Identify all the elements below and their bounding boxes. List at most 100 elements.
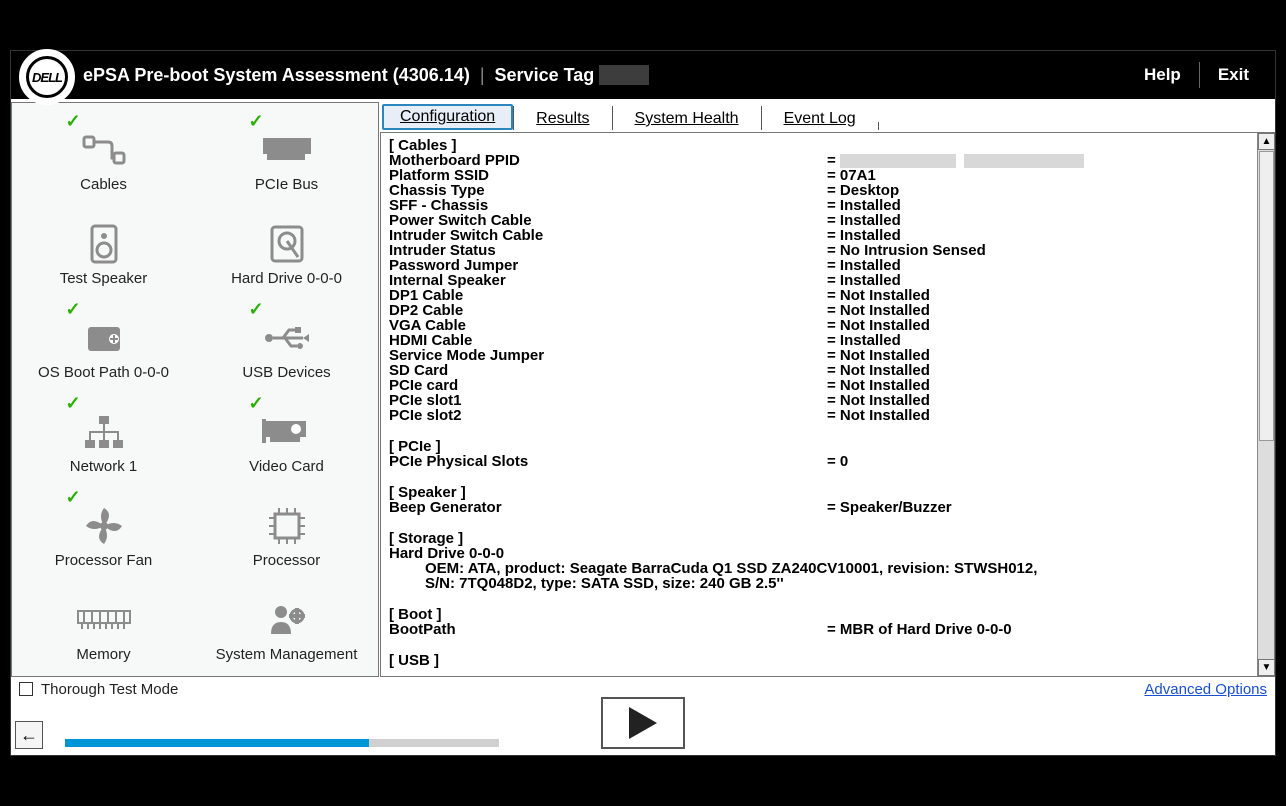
config-key: Power Switch Cable	[389, 213, 827, 228]
advanced-options-link[interactable]: Advanced Options	[1144, 681, 1267, 698]
device-item[interactable]: ✓ Network 1	[12, 391, 195, 485]
config-key: DP2 Cable	[389, 303, 827, 318]
play-button[interactable]	[601, 697, 685, 749]
app-window: DELL ePSA Pre-boot System Assessment (43…	[10, 50, 1276, 756]
network-icon	[83, 410, 125, 454]
config-row: Password Jumper= Installed	[389, 258, 1249, 273]
footer: Thorough Test Mode Advanced Options ←	[11, 677, 1275, 755]
section-header: [ USB ]	[389, 653, 1249, 668]
device-item[interactable]: ✓ Cables	[12, 109, 195, 203]
tab-configuration[interactable]: Configuration	[382, 104, 513, 130]
tab-event-log[interactable]: Event Log	[761, 106, 878, 130]
usb-icon	[263, 316, 311, 360]
config-key: Beep Generator	[389, 500, 827, 515]
help-button[interactable]: Help	[1126, 59, 1199, 91]
device-item[interactable]: Hard Drive 0-0-0	[195, 203, 378, 297]
config-key: Intruder Status	[389, 243, 827, 258]
scroll-up-button[interactable]: ▲	[1258, 133, 1275, 150]
exit-button[interactable]: Exit	[1200, 59, 1267, 91]
scroll-down-button[interactable]: ▼	[1258, 659, 1275, 676]
config-value: = Not Installed	[827, 303, 930, 318]
config-line: S/N: 7TQ048D2, type: SATA SSD, size: 240…	[389, 576, 1249, 591]
dell-logo: DELL	[19, 49, 75, 105]
config-value: = Installed	[827, 213, 901, 228]
app-title: ePSA Pre-boot System Assessment (4306.14…	[83, 65, 470, 86]
config-value: = 0	[827, 454, 848, 469]
device-label: OS Boot Path 0-0-0	[38, 364, 169, 381]
service-tag-value	[599, 65, 649, 85]
config-key: DP1 Cable	[389, 288, 827, 303]
thorough-label: Thorough Test Mode	[41, 681, 178, 698]
back-button[interactable]: ←	[15, 721, 43, 749]
device-label: Cables	[80, 176, 127, 193]
config-row: Service Mode Jumper= Not Installed	[389, 348, 1249, 363]
device-label: Video Card	[249, 458, 324, 475]
config-row: Platform SSID= 07A1	[389, 168, 1249, 183]
config-row: DP2 Cable= Not Installed	[389, 303, 1249, 318]
play-icon	[629, 707, 657, 739]
section-header: [ Cables ]	[389, 138, 1249, 153]
scroll-thumb[interactable]	[1259, 151, 1274, 441]
device-item[interactable]: ✓OS Boot Path 0-0-0	[12, 297, 195, 391]
config-key: Internal Speaker	[389, 273, 827, 288]
tab-results[interactable]: Results	[513, 106, 611, 130]
device-item[interactable]: Memory	[12, 579, 195, 673]
memory-icon	[76, 598, 132, 642]
config-key: Motherboard PPID	[389, 153, 827, 168]
config-key: PCIe slot2	[389, 408, 827, 423]
tab-end-divider	[878, 122, 879, 130]
config-value: = Installed	[827, 258, 901, 273]
device-item[interactable]: Test Speaker	[12, 203, 195, 297]
config-value: =	[827, 153, 1084, 168]
config-row: Intruder Switch Cable= Installed	[389, 228, 1249, 243]
device-label: Test Speaker	[60, 270, 148, 287]
device-label: Network 1	[70, 458, 138, 475]
device-item[interactable]: Processor	[195, 485, 378, 579]
check-icon: ✓	[66, 111, 81, 132]
config-value: = Installed	[827, 228, 901, 243]
section-header: [ PCIe ]	[389, 439, 1249, 454]
check-icon: ✓	[249, 299, 264, 320]
cpu-icon	[267, 504, 307, 548]
config-row: SFF - Chassis= Installed	[389, 198, 1249, 213]
device-item[interactable]: ✓ USB Devices	[195, 297, 378, 391]
config-row: PCIe card= Not Installed	[389, 378, 1249, 393]
check-icon: ✓	[249, 111, 264, 132]
section-header: [ Speaker ]	[389, 485, 1249, 500]
check-icon: ✓	[66, 393, 81, 414]
device-item[interactable]: System Management	[195, 579, 378, 673]
device-item[interactable]: ✓PCIe Bus	[195, 109, 378, 203]
scrollbar[interactable]: ▲ ▼	[1257, 133, 1274, 676]
config-value: = Installed	[827, 333, 901, 348]
config-key: SFF - Chassis	[389, 198, 827, 213]
config-value: = No Intrusion Sensed	[827, 243, 986, 258]
device-label: USB Devices	[242, 364, 330, 381]
pcie-icon	[261, 128, 313, 172]
tab-row: Configuration Results System Health Even…	[380, 102, 1275, 130]
section-header: [ Boot ]	[389, 607, 1249, 622]
config-key: Chassis Type	[389, 183, 827, 198]
service-tag-label: Service Tag	[495, 65, 595, 86]
config-key: PCIe slot1	[389, 393, 827, 408]
cable-icon	[82, 128, 126, 172]
device-item[interactable]: ✓Processor Fan	[12, 485, 195, 579]
video-icon	[262, 410, 312, 454]
device-item[interactable]: ✓Video Card	[195, 391, 378, 485]
thorough-checkbox[interactable]	[19, 682, 33, 696]
config-key: HDMI Cable	[389, 333, 827, 348]
config-value: = Not Installed	[827, 378, 930, 393]
config-row: Motherboard PPID=	[389, 153, 1249, 168]
config-row: HDMI Cable= Installed	[389, 333, 1249, 348]
config-value: = Not Installed	[827, 318, 930, 333]
config-row: PCIe Physical Slots= 0	[389, 454, 1249, 469]
tab-system-health[interactable]: System Health	[612, 106, 761, 130]
progress-fill	[65, 739, 369, 747]
config-value: = 07A1	[827, 168, 876, 183]
config-row: SD Card= Not Installed	[389, 363, 1249, 378]
speaker-icon	[90, 222, 118, 266]
config-key: Password Jumper	[389, 258, 827, 273]
config-key: VGA Cable	[389, 318, 827, 333]
config-row: DP1 Cable= Not Installed	[389, 288, 1249, 303]
config-value: = Not Installed	[827, 408, 930, 423]
title-separator: |	[480, 65, 485, 86]
